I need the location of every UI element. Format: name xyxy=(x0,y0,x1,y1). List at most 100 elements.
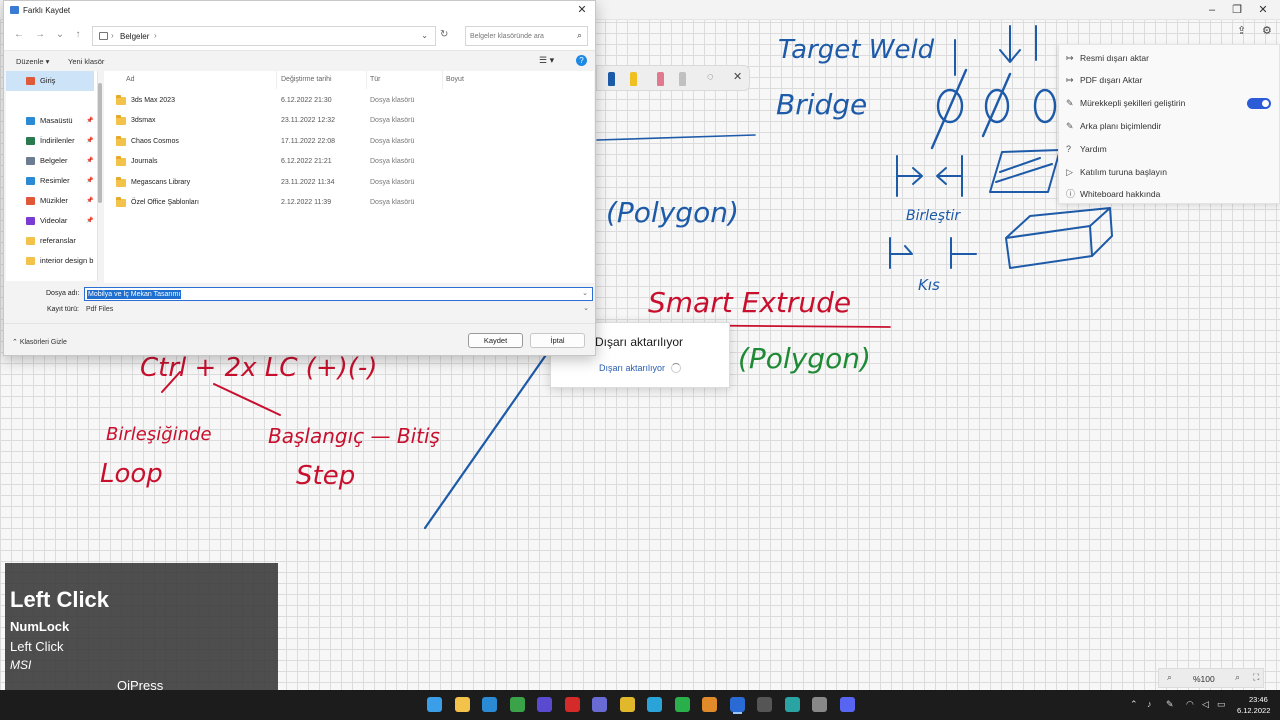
hide-folders-toggle[interactable]: ⌃ Klasörleri Gizle xyxy=(12,338,67,346)
address-path[interactable]: Belgeler xyxy=(120,32,149,41)
zoom-in-icon[interactable]: ⌕ xyxy=(1235,672,1240,683)
menu-tour[interactable]: ▷ Katılım turuna başlayın xyxy=(1059,161,1279,183)
clock-date[interactable]: 6.12.2022 xyxy=(1237,706,1270,715)
file-row[interactable]: 3ds Max 2023 6.12.2022 21:30 Dosya klasö… xyxy=(116,91,586,111)
nav-item-music[interactable]: Müzikler 📌 xyxy=(6,191,94,211)
fit-screen-icon[interactable]: ⛶ xyxy=(1253,672,1259,683)
share-icon[interactable]: ⇪ xyxy=(1237,24,1246,37)
menu-export-pdf-label: PDF dışarı Aktar xyxy=(1080,75,1143,85)
scrollbar-thumb[interactable] xyxy=(98,83,102,203)
wifi-icon[interactable]: ◠ xyxy=(1186,699,1194,710)
filename-field[interactable]: Mobilya ve İç Mekan Tasarımı ⌄ xyxy=(84,287,593,301)
telegram-icon[interactable] xyxy=(647,697,662,712)
chevron-down-icon[interactable]: ⌄ xyxy=(582,289,588,297)
file-row[interactable]: 3dsmax 23.11.2022 12:32 Dosya klasörü xyxy=(116,111,586,131)
chevron-down-icon[interactable]: ⌄ xyxy=(583,304,589,312)
filename-value[interactable]: Mobilya ve İç Mekan Tasarımı xyxy=(87,290,182,299)
menu-about[interactable]: ⓘ Whiteboard hakkında xyxy=(1059,183,1279,205)
close-toolbar-icon[interactable]: ✕ xyxy=(733,70,742,83)
menu-help[interactable]: ? Yardım xyxy=(1059,138,1279,160)
file-row[interactable]: Megascans Library 23.11.2022 11:34 Dosya… xyxy=(116,173,586,193)
lasso-icon[interactable]: ◌ xyxy=(707,71,714,83)
nav-item-interior-design[interactable]: interior design b xyxy=(6,251,94,271)
nav-item-desktop[interactable]: Masaüstü 📌 xyxy=(6,111,94,131)
column-divider[interactable] xyxy=(366,71,367,89)
menu-background[interactable]: ✎ Arka planı biçimlendir xyxy=(1059,115,1279,137)
recent-dropdown-icon[interactable]: ⌄ xyxy=(54,29,66,40)
edge-icon[interactable] xyxy=(482,697,497,712)
new-folder-button[interactable]: Yeni klasör xyxy=(68,57,104,66)
obs-icon[interactable] xyxy=(537,697,552,712)
save-button[interactable]: Kaydet xyxy=(468,333,523,348)
battery-icon[interactable]: ▭ xyxy=(1217,699,1226,710)
column-header-name[interactable]: Ad xyxy=(126,76,135,83)
pink-pen-icon[interactable] xyxy=(657,72,664,86)
whiteboard-icon[interactable] xyxy=(729,697,745,712)
chevron-right-icon[interactable]: › xyxy=(154,31,157,40)
mic-icon[interactable]: ♪ xyxy=(1147,699,1152,709)
search-box[interactable]: Belgeler klasöründe ara ⌕ xyxy=(465,26,588,46)
zoom-out-icon[interactable]: ⌕ xyxy=(1167,672,1172,683)
chevron-down-icon[interactable]: ⌄ xyxy=(421,31,428,40)
nav-item-videos[interactable]: Videolar 📌 xyxy=(6,211,94,231)
blue-pen-icon[interactable] xyxy=(608,72,615,86)
column-header-type[interactable]: Tür xyxy=(370,76,381,83)
upwork-icon[interactable] xyxy=(509,697,525,712)
organize-button[interactable]: Düzenle ▾ xyxy=(16,57,49,66)
xd-icon[interactable] xyxy=(757,697,772,712)
save-dialog-title: Farklı Kaydet xyxy=(23,6,71,15)
menu-export-image[interactable]: ↦ Resmi dışarı aktar xyxy=(1059,47,1279,69)
view-options-icon[interactable]: ☰ ▾ xyxy=(539,55,554,66)
yellow-pen-icon[interactable] xyxy=(630,72,637,86)
app-orange-icon[interactable] xyxy=(702,697,717,712)
close-window-icon[interactable]: ✕ xyxy=(1256,3,1270,17)
file-explorer-icon[interactable] xyxy=(454,697,470,712)
teams-icon[interactable] xyxy=(592,697,607,712)
discord-icon[interactable] xyxy=(839,697,855,712)
ink-shapes-toggle[interactable] xyxy=(1247,98,1271,109)
zoom-level[interactable]: %100 xyxy=(1193,674,1215,684)
nav-item-pictures[interactable]: Resimler 📌 xyxy=(6,171,94,191)
navigation-scrollbar[interactable] xyxy=(98,73,103,203)
file-row[interactable]: Özel Office Şablonları 2.12.2022 11:39 D… xyxy=(116,193,586,213)
file-row[interactable]: Chaos Cosmos 17.11.2022 22:08 Dosya klas… xyxy=(116,132,586,152)
anydesk-icon[interactable] xyxy=(564,697,580,712)
column-header-date[interactable]: Değiştirme tarihi xyxy=(281,76,332,83)
column-divider[interactable] xyxy=(442,71,443,89)
whatsapp-icon[interactable] xyxy=(674,697,690,712)
minimize-icon[interactable]: – xyxy=(1205,3,1219,17)
refresh-icon[interactable]: ↻ xyxy=(440,29,448,40)
up-icon[interactable]: ↑ xyxy=(72,29,84,40)
3dsmax-icon[interactable] xyxy=(784,697,800,712)
maximize-icon[interactable]: ❐ xyxy=(1230,3,1244,17)
chrome-icon[interactable] xyxy=(619,697,635,712)
address-bar[interactable]: › Belgeler › ⌄ xyxy=(92,26,436,46)
ink-loop: Loop xyxy=(100,459,163,489)
column-header-size[interactable]: Boyut xyxy=(446,76,464,83)
cancel-button[interactable]: İptal xyxy=(530,333,585,348)
pen-tray-icon[interactable]: ✎ xyxy=(1166,699,1174,710)
eraser-icon[interactable] xyxy=(679,72,686,86)
help-button[interactable]: ? xyxy=(576,55,587,66)
nav-item-referanslar[interactable]: referanslar xyxy=(6,231,94,251)
nav-item-downloads[interactable]: İndirilenler 📌 xyxy=(6,131,94,151)
back-icon[interactable]: ← xyxy=(13,29,25,40)
app-gear-icon[interactable] xyxy=(812,697,827,712)
column-divider[interactable] xyxy=(276,71,277,89)
chevron-up-icon[interactable]: ⌃ xyxy=(1130,699,1138,710)
settings-icon[interactable]: ⚙ xyxy=(1262,24,1272,37)
menu-export-image-label: Resmi dışarı aktar xyxy=(1080,53,1149,63)
menu-export-pdf[interactable]: ↦ PDF dışarı Aktar xyxy=(1059,69,1279,91)
chevron-right-icon: › xyxy=(111,31,114,40)
start-icon[interactable] xyxy=(427,697,442,712)
search-icon[interactable]: ⌕ xyxy=(577,30,582,41)
filetype-select[interactable]: Pdf Files ⌄ xyxy=(84,303,593,316)
volume-icon[interactable]: ◁ xyxy=(1202,699,1209,710)
forward-icon[interactable]: → xyxy=(34,29,46,40)
nav-item-documents[interactable]: Belgeler 📌 xyxy=(6,151,94,171)
clock-time[interactable]: 23:46 xyxy=(1249,695,1268,704)
file-row[interactable]: Journals 6.12.2022 21:21 Dosya klasörü xyxy=(116,152,586,172)
close-icon[interactable]: ✕ xyxy=(575,3,589,17)
nav-item-home[interactable]: Giriş xyxy=(6,71,94,91)
menu-ink-shapes[interactable]: ✎ Mürekkepli şekilleri geliştirin xyxy=(1059,92,1279,114)
